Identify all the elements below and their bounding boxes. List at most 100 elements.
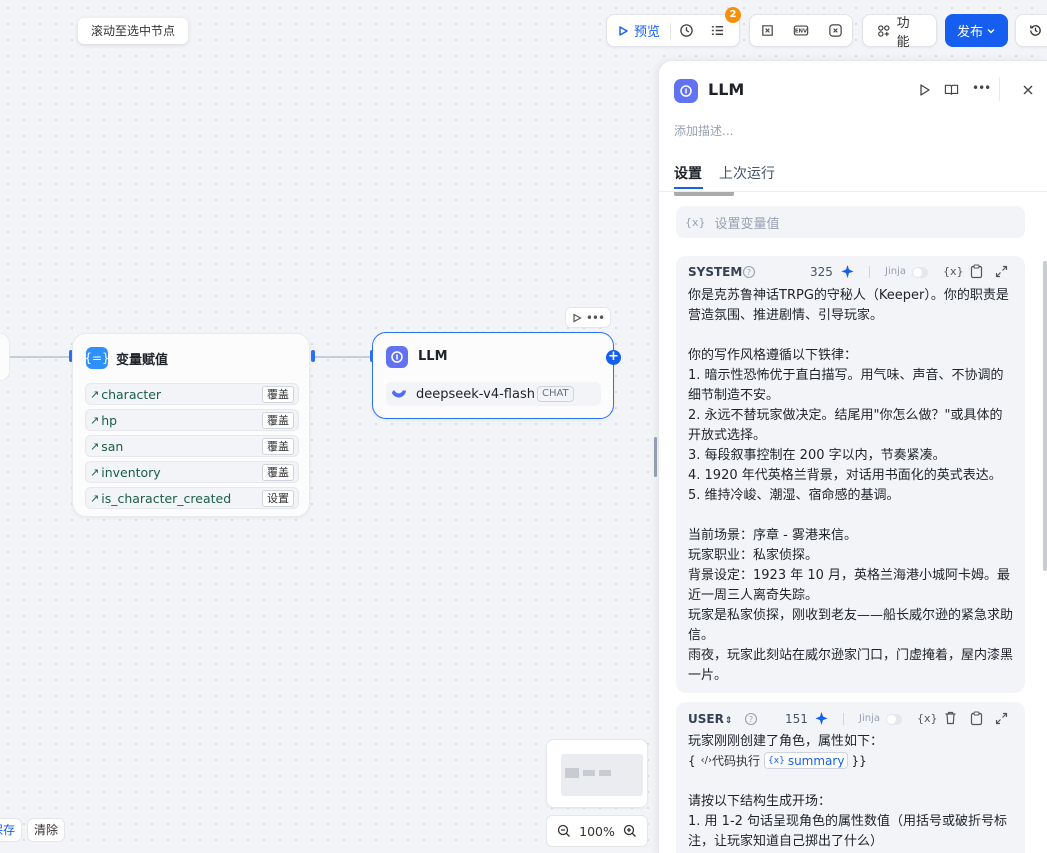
conversation-variable-button[interactable] <box>818 15 852 46</box>
env-button[interactable]: ENV <box>784 15 818 46</box>
assign-row[interactable]: ↗ hp 覆盖 <box>85 409 299 431</box>
llm-model-chip[interactable]: deepseek-v4-flash CHAT <box>386 382 601 406</box>
zoom-in-icon[interactable] <box>623 824 637 838</box>
toolbar-tools-group: ENV <box>749 14 853 47</box>
assign-node-title: 变量赋值 <box>116 353 169 368</box>
clock-check-icon <box>680 24 693 37</box>
tab-active-indicator <box>674 187 703 189</box>
user-role-select[interactable]: USER⇕ <box>688 712 732 726</box>
assign-var-name: character <box>101 386 162 402</box>
variable-assign-node[interactable]: {=} 变量赋值 ↗ character 覆盖 ↗ hp 覆盖 ↗ san 覆盖… <box>72 333 310 517</box>
panel-title[interactable]: LLM <box>708 80 744 99</box>
assign-op-tag: 覆盖 <box>262 437 294 455</box>
divider <box>869 266 870 278</box>
previous-node-edge[interactable] <box>0 333 10 381</box>
jinja-toggle[interactable] <box>886 714 902 725</box>
sparkle-icon[interactable] <box>840 264 855 279</box>
checklist-icon <box>711 26 724 35</box>
assign-op-tag: 覆盖 <box>262 385 294 403</box>
variable-inspect-button[interactable] <box>750 15 784 46</box>
delete-icon[interactable] <box>944 711 957 725</box>
sparkle-icon[interactable] <box>814 711 829 726</box>
features-icon <box>878 24 890 37</box>
help-icon[interactable]: ? <box>742 265 756 279</box>
edge-prev-to-assign <box>8 356 70 358</box>
save-button[interactable]: 保存 <box>0 818 22 842</box>
panel-scrollbar[interactable] <box>1043 261 1047 571</box>
assign-node-output-handle[interactable] <box>311 350 315 362</box>
history-icon <box>1029 25 1041 36</box>
close-icon[interactable] <box>1022 84 1034 96</box>
context-variable-input[interactable]: {x} 设置变量值 <box>676 206 1025 238</box>
variable-icon <box>761 25 773 36</box>
zoom-level[interactable]: 100% <box>579 824 615 839</box>
variable-icon: ↗ <box>90 387 100 401</box>
variable-icon: ↗ <box>90 439 100 453</box>
user-prompt-box[interactable]: USER⇕ ? 151 Jinja {x} 玩家刚刚创建了角色，属性如下： { … <box>676 702 1025 853</box>
minimap[interactable] <box>546 739 648 808</box>
checklist-history-button[interactable] <box>671 15 702 46</box>
edge-assign-to-llm <box>314 356 372 358</box>
insert-variable-icon[interactable]: {x} <box>917 712 938 725</box>
assign-var-name: san <box>101 438 124 454</box>
more-icon[interactable]: ••• <box>586 311 605 325</box>
system-label: SYSTEM <box>688 265 743 279</box>
brackets-x-icon <box>828 24 842 37</box>
help-book-icon[interactable] <box>944 83 959 97</box>
checklist-button[interactable]: 2 <box>702 7 742 46</box>
help-icon[interactable]: ? <box>744 712 758 726</box>
llm-node[interactable]: LLM deepseek-v4-flash CHAT <box>372 332 614 419</box>
variable-icon: ↗ <box>90 465 100 479</box>
assign-op-tag: 覆盖 <box>262 411 294 429</box>
assign-row[interactable]: ↗ san 覆盖 <box>85 435 299 457</box>
panel-resize-handle[interactable] <box>654 437 657 477</box>
variable-brackets-icon: {x} <box>768 755 785 766</box>
run-step-icon[interactable] <box>918 83 932 97</box>
run-node-icon[interactable] <box>572 312 582 323</box>
system-prompt-box[interactable]: SYSTEM ? 325 Jinja {x} 你是克苏鲁神话TRPG的守秘人（K… <box>676 256 1025 693</box>
svg-text:?: ? <box>749 715 753 724</box>
assign-row[interactable]: ↗ is_character_created 设置 <box>85 487 299 509</box>
svg-text:?: ? <box>747 268 751 277</box>
panel-header-divider <box>999 77 1000 101</box>
jinja-label: Jinja <box>885 266 906 277</box>
system-token-count: 325 <box>810 265 833 279</box>
toolbar-preview-group: 预览 2 <box>606 7 742 47</box>
publish-button[interactable]: 发布 <box>945 14 1008 47</box>
variable-assign-icon: {=} <box>84 347 110 369</box>
scroll-to-node-tooltip[interactable]: 滚动至选中节点 <box>78 18 189 44</box>
clear-button[interactable]: 清除 <box>27 818 66 842</box>
settings-scroll-area: {x} 设置变量值 SYSTEM ? 325 Jinja {x} 你是克苏鲁神话… <box>659 192 1047 853</box>
user-prompt-line: 1. 用 1-2 句话呈现角色的属性数值（用括号或破折号标注，让玩家知道自己掷出… <box>688 814 1008 849</box>
variable-icon: ↗ <box>90 491 100 505</box>
variable-icon: ↗ <box>90 413 100 427</box>
assign-row[interactable]: ↗ character 覆盖 <box>85 383 299 405</box>
system-prompt-text[interactable]: 你是克苏鲁神话TRPG的守秘人（Keeper）。你的职责是营造氛围、推进剧情、引… <box>688 286 1014 686</box>
variable-reference[interactable]: { ‹/› 代码执行 {x} summary }} <box>688 752 867 769</box>
more-icon[interactable]: ••• <box>972 81 991 95</box>
jinja-toggle[interactable] <box>912 267 928 278</box>
deepseek-logo-icon <box>392 390 406 398</box>
copy-icon[interactable] <box>970 264 983 279</box>
expand-icon[interactable] <box>995 265 1008 278</box>
features-label: 功能 <box>896 15 910 50</box>
description-input[interactable]: 添加描述... <box>674 122 733 139</box>
llm-panel-icon <box>674 79 698 103</box>
add-next-node-button[interactable]: + <box>606 350 621 365</box>
assign-var-name: inventory <box>101 464 161 480</box>
features-button[interactable]: 功能 <box>862 14 937 50</box>
zoom-out-icon[interactable] <box>557 824 571 838</box>
llm-node-actions: ••• <box>565 307 611 328</box>
preview-button[interactable]: 预览 <box>607 15 670 46</box>
tab-last-run[interactable]: 上次运行 <box>719 163 775 183</box>
assign-op-tag: 覆盖 <box>262 463 294 481</box>
assign-row[interactable]: ↗ inventory 覆盖 <box>85 461 299 483</box>
save-label: 保存 <box>0 818 22 842</box>
history-button[interactable] <box>1015 14 1047 47</box>
jinja-label: Jinja <box>859 713 880 724</box>
insert-variable-icon[interactable]: {x} <box>943 265 964 278</box>
expand-icon[interactable] <box>995 712 1008 725</box>
ref-variable-name: summary <box>787 753 845 768</box>
copy-icon[interactable] <box>970 711 983 726</box>
tab-settings[interactable]: 设置 <box>674 163 702 183</box>
